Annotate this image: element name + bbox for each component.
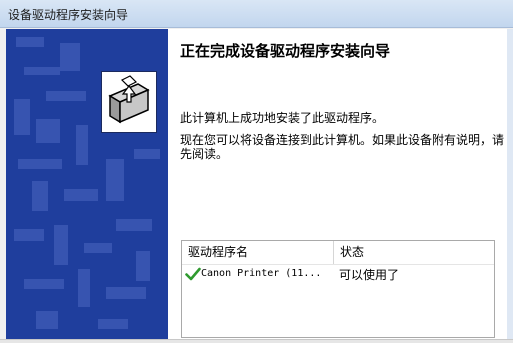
table-row[interactable]: Canon Printer (11... 可以使用了 — [182, 265, 494, 285]
checkmark-icon — [185, 267, 201, 281]
success-message: 此计算机上成功地安装了此驱动程序。 — [180, 111, 385, 125]
page-title: 正在完成设备驱动程序安装向导 — [180, 42, 391, 60]
column-header-status[interactable]: 状态 — [334, 241, 494, 264]
wizard-sidebar — [6, 29, 168, 339]
driver-status-cell: 可以使用了 — [339, 268, 400, 282]
column-header-driver-name[interactable]: 驱动程序名 — [182, 241, 334, 264]
wizard-content: 正在完成设备驱动程序安装向导 此计算机上成功地安装了此驱动程序。 现在您可以将设… — [168, 29, 507, 339]
window-bottom-edge — [0, 339, 513, 343]
wizard-box-icon — [101, 71, 157, 133]
instruction-message: 现在您可以将设备连接到此计算机。如果此设备附有说明，请先阅读。 — [180, 133, 505, 161]
driver-list[interactable]: 驱动程序名 状态 Canon Printer (11... 可以使用了 — [181, 240, 495, 338]
title-bar: 设备驱动程序安装向导 — [0, 0, 513, 28]
window-border-right — [507, 29, 513, 339]
driver-name-cell: Canon Printer (11... — [201, 268, 322, 279]
window-title: 设备驱动程序安装向导 — [8, 8, 129, 22]
